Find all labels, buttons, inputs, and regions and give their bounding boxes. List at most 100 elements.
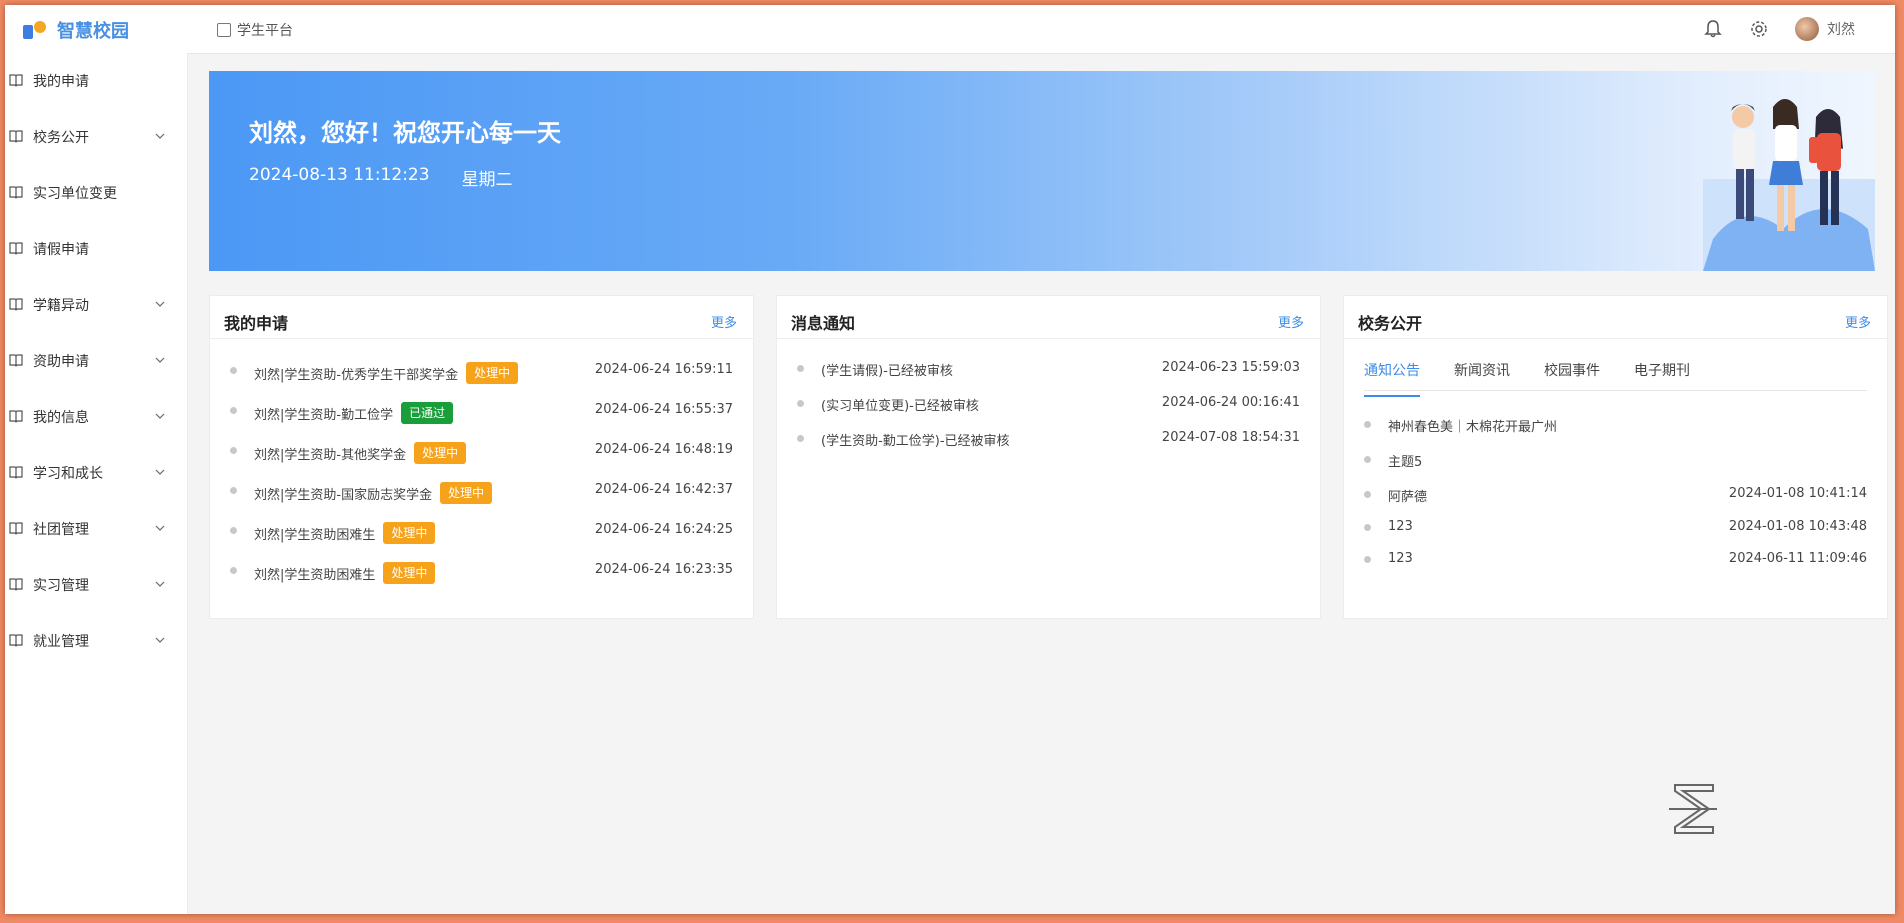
book-icon — [9, 354, 23, 367]
sidebar-item-label: 请假申请 — [33, 242, 89, 258]
book-icon — [9, 466, 23, 479]
list-item[interactable]: 刘然|学生资助-勤工俭学 已通过 2024-06-24 16:55:37 — [210, 398, 753, 424]
sidebar-item-my-applications[interactable]: 我的申请 — [5, 53, 187, 109]
notice-time: 2024-06-11 11:09:46 — [1728, 551, 1867, 566]
tab-campus-events[interactable]: 校园事件 — [1544, 360, 1600, 388]
chevron-down-icon — [155, 301, 165, 307]
bullet-dot — [1364, 421, 1371, 428]
notice-title: 123 — [1388, 551, 1413, 566]
book-icon — [9, 522, 23, 535]
sidebar-item-enrollment-change[interactable]: 学籍异动 — [5, 277, 187, 333]
chevron-down-icon — [155, 413, 165, 419]
datetime-row: 2024-08-13 11:12:23 星期二 — [249, 165, 513, 190]
list-item[interactable]: (学生请假)-已经被审核 2024-06-23 15:59:03 — [777, 356, 1320, 380]
sidebar-item-internship-management[interactable]: 实习管理 — [5, 557, 187, 613]
list-item[interactable]: 主题5 — [1344, 447, 1887, 471]
list-item[interactable]: 刘然|学生资助-优秀学生干部奖学金 处理中 2024-06-24 16:59:1… — [210, 358, 753, 384]
message-time: 2024-07-08 18:54:31 — [1161, 430, 1300, 445]
sidebar-item-my-info[interactable]: 我的信息 — [5, 389, 187, 445]
gear-icon[interactable] — [1749, 19, 1769, 39]
status-badge: 处理中 — [414, 442, 467, 464]
bullet-dot — [230, 367, 237, 374]
bullet-dot — [797, 435, 804, 442]
platform-switch[interactable]: 学生平台 — [217, 20, 293, 40]
application-time: 2024-06-24 16:59:11 — [594, 362, 733, 377]
message-text: (学生资助-勤工俭学)-已经被审核 — [821, 434, 1010, 449]
top-bar: 智慧校园 学生平台 刘然 — [5, 5, 1895, 54]
more-link[interactable]: 更多 — [711, 312, 737, 331]
sidebar-item-leave-request[interactable]: 请假申请 — [5, 221, 187, 277]
notice-time: 2024-01-08 10:41:14 — [1728, 486, 1867, 501]
bullet-dot — [1364, 456, 1371, 463]
book-icon — [9, 242, 23, 255]
application-title: 刘然|学生资助-国家励志奖学金 — [254, 487, 433, 503]
card-header: 我的申请 更多 — [210, 296, 753, 339]
greeting-text: 刘然，您好！祝您开心每一天 — [249, 119, 561, 147]
tab-e-journal[interactable]: 电子期刊 — [1634, 360, 1690, 388]
list-item[interactable]: 刘然|学生资助困难生 处理中 2024-06-24 16:23:35 — [210, 558, 753, 584]
book-icon — [9, 298, 23, 311]
current-datetime: 2024-08-13 11:12:23 — [249, 165, 430, 185]
status-badge: 处理中 — [440, 482, 493, 504]
list-item[interactable]: 神州春色美｜木棉花开最广州 — [1344, 412, 1887, 436]
sidebar-item-label: 社团管理 — [33, 522, 89, 538]
platform-label: 学生平台 — [237, 23, 293, 39]
floating-logo-icon[interactable] — [1665, 779, 1721, 839]
chevron-down-icon — [155, 581, 165, 587]
user-menu[interactable]: 刘然 — [1795, 17, 1855, 41]
list-item[interactable]: 123 2024-06-11 11:09:46 — [1344, 547, 1887, 571]
list-item[interactable]: 阿萨德 2024-01-08 10:41:14 — [1344, 482, 1887, 506]
sidebar-item-school-affairs[interactable]: 校务公开 — [5, 109, 187, 165]
sidebar-item-label: 校务公开 — [33, 130, 89, 146]
application-time: 2024-06-24 16:48:19 — [594, 442, 733, 457]
message-time: 2024-06-23 15:59:03 — [1161, 360, 1300, 375]
sidebar-item-label: 实习单位变更 — [33, 186, 117, 202]
chevron-down-icon — [155, 525, 165, 531]
messages-card: 消息通知 更多 (学生请假)-已经被审核 2024-06-23 15:59:03… — [776, 295, 1321, 619]
list-item[interactable]: 刘然|学生资助-其他奖学金 处理中 2024-06-24 16:48:19 — [210, 438, 753, 464]
application-title: 刘然|学生资助-优秀学生干部奖学金 — [254, 367, 459, 383]
list-item[interactable]: 123 2024-01-08 10:43:48 — [1344, 515, 1887, 539]
application-time: 2024-06-24 16:23:35 — [594, 562, 733, 577]
bullet-dot — [1364, 524, 1371, 531]
notice-time: 2024-01-08 10:43:48 — [1728, 519, 1867, 534]
bell-icon[interactable] — [1703, 19, 1723, 39]
bullet-dot — [1364, 556, 1371, 563]
status-badge: 处理中 — [383, 562, 436, 584]
sidebar-item-learning-growth[interactable]: 学习和成长 — [5, 445, 187, 501]
tab-notices[interactable]: 通知公告 — [1364, 360, 1420, 397]
current-weekday: 星期二 — [461, 170, 513, 190]
logo-text: 智慧校园 — [57, 21, 129, 42]
list-item[interactable]: 刘然|学生资助困难生 处理中 2024-06-24 16:24:25 — [210, 518, 753, 544]
application-time: 2024-06-24 16:24:25 — [594, 522, 733, 537]
sidebar-item-label: 我的申请 — [33, 74, 89, 90]
bullet-dot — [230, 567, 237, 574]
sidebar-item-club-management[interactable]: 社团管理 — [5, 501, 187, 557]
sidebar-item-financial-aid[interactable]: 资助申请 — [5, 333, 187, 389]
sidebar-item-employment-management[interactable]: 就业管理 — [5, 613, 187, 669]
list-item[interactable]: 刘然|学生资助-国家励志奖学金 处理中 2024-06-24 16:42:37 — [210, 478, 753, 504]
avatar — [1795, 17, 1819, 41]
more-link[interactable]: 更多 — [1278, 312, 1304, 331]
application-time: 2024-06-24 16:55:37 — [594, 402, 733, 417]
application-title: 刘然|学生资助-其他奖学金 — [254, 447, 407, 463]
tab-news[interactable]: 新闻资讯 — [1454, 360, 1510, 388]
notice-title: 神州春色美｜木棉花开最广州 — [1388, 420, 1558, 435]
edit-icon — [217, 23, 231, 37]
application-title: 刘然|学生资助困难生 — [254, 527, 376, 543]
book-icon — [9, 130, 23, 143]
message-text: (学生请假)-已经被审核 — [821, 364, 953, 379]
chevron-down-icon — [155, 133, 165, 139]
top-right-tools: 刘然 — [1703, 17, 1855, 41]
list-item[interactable]: (实习单位变更)-已经被审核 2024-06-24 00:16:41 — [777, 391, 1320, 415]
message-text: (实习单位变更)-已经被审核 — [821, 399, 979, 414]
logo[interactable]: 智慧校园 — [23, 17, 129, 43]
status-badge: 已通过 — [401, 402, 454, 424]
students-illustration — [1703, 99, 1875, 271]
status-badge: 处理中 — [383, 522, 436, 544]
list-item[interactable]: (学生资助-勤工俭学)-已经被审核 2024-07-08 18:54:31 — [777, 426, 1320, 450]
sidebar-item-label: 资助申请 — [33, 354, 89, 370]
notice-title: 123 — [1388, 519, 1413, 534]
sidebar-item-internship-change[interactable]: 实习单位变更 — [5, 165, 187, 221]
more-link[interactable]: 更多 — [1845, 312, 1871, 331]
